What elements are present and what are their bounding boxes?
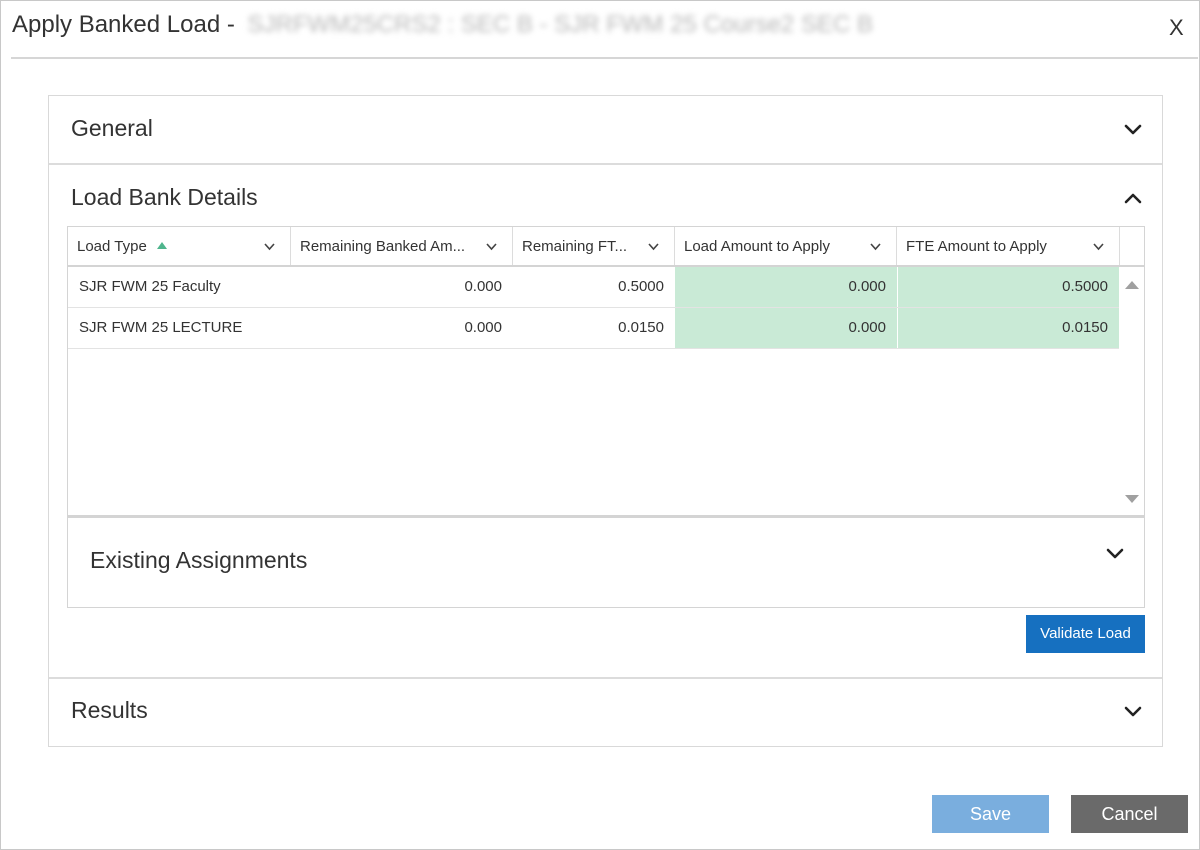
save-button[interactable]: Save — [932, 795, 1049, 833]
dialog-title-course-obscured: SJRFWM25CRS2 : SEC B - SJR FWM 25 Course… — [247, 11, 873, 38]
cell-fte-amount-input[interactable]: 0.5000 — [897, 267, 1119, 307]
column-header-remaining-banked[interactable]: Remaining Banked Am... — [291, 227, 513, 265]
chevron-down-icon[interactable] — [869, 240, 882, 253]
chevron-down-icon[interactable] — [647, 240, 660, 253]
section-general-header[interactable]: General — [49, 96, 1162, 164]
section-existing-assignments[interactable]: Existing Assignments — [67, 516, 1145, 608]
close-button[interactable]: X — [1169, 15, 1184, 41]
scroll-up-arrow-icon[interactable] — [1125, 281, 1139, 289]
section-existing-label: Existing Assignments — [90, 547, 308, 573]
apply-banked-load-dialog: Apply Banked Load - SJRFWM25CRS2 : SEC B… — [0, 0, 1200, 850]
chevron-down-icon[interactable] — [1122, 700, 1144, 722]
cell-load-type: SJR FWM 25 LECTURE — [79, 319, 243, 336]
chevron-down-icon[interactable] — [485, 240, 498, 253]
cell-load-amount-input[interactable]: 0.000 — [675, 267, 897, 307]
dialog-title-text: Apply Banked Load - — [12, 11, 235, 38]
cell-remaining-banked: 0.000 — [464, 319, 502, 336]
section-general-label: General — [71, 115, 153, 141]
column-header-load-type[interactable]: Load Type — [68, 227, 291, 265]
grid-header-row: Load Type Remaining Banked Am... Remaini… — [68, 227, 1144, 267]
load-bank-grid: Load Type Remaining Banked Am... Remaini… — [67, 226, 1145, 516]
accordion-panel: General Load Bank Details Load Type Rema… — [48, 95, 1163, 747]
cell-remaining-banked: 0.000 — [464, 278, 502, 295]
validate-load-button[interactable]: Validate Load — [1026, 615, 1145, 653]
cell-load-type: SJR FWM 25 Faculty — [79, 278, 221, 295]
section-results-header[interactable]: Results — [49, 679, 1162, 747]
column-header-label: Load Type — [77, 238, 147, 255]
scroll-down-arrow-icon[interactable] — [1125, 495, 1139, 503]
cell-remaining-fte: 0.5000 — [618, 278, 664, 295]
cell-load-amount-input[interactable]: 0.000 — [675, 308, 897, 348]
column-header-label: FTE Amount to Apply — [906, 238, 1047, 255]
section-load-bank-header[interactable]: Load Bank Details — [49, 165, 1162, 233]
dialog-title-bar: Apply Banked Load - SJRFWM25CRS2 : SEC B… — [1, 1, 1199, 57]
table-row[interactable]: SJR FWM 25 LECTURE 0.000 0.0150 0.000 0.… — [68, 308, 1119, 349]
dialog-title: Apply Banked Load - SJRFWM25CRS2 : SEC B… — [12, 11, 873, 39]
column-header-load-amount[interactable]: Load Amount to Apply — [675, 227, 897, 265]
section-results-label: Results — [71, 697, 148, 723]
chevron-down-icon[interactable] — [1092, 240, 1105, 253]
cancel-button[interactable]: Cancel — [1071, 795, 1188, 833]
cell-fte-amount-input[interactable]: 0.0150 — [897, 308, 1119, 348]
sort-ascending-icon — [156, 242, 167, 249]
column-header-label: Load Amount to Apply — [684, 238, 830, 255]
chevron-down-icon[interactable] — [263, 240, 276, 253]
chevron-down-icon[interactable] — [1104, 542, 1126, 564]
column-header-label: Remaining Banked Am... — [300, 238, 466, 255]
chevron-up-icon[interactable] — [1122, 187, 1144, 209]
table-row[interactable]: SJR FWM 25 Faculty 0.000 0.5000 0.000 0.… — [68, 267, 1119, 308]
title-divider — [11, 57, 1198, 59]
column-header-label: Remaining FT... — [522, 238, 628, 255]
column-header-fte-amount[interactable]: FTE Amount to Apply — [897, 227, 1120, 265]
cell-remaining-fte: 0.0150 — [618, 319, 664, 336]
section-load-bank-label: Load Bank Details — [71, 184, 258, 210]
column-header-remaining-fte[interactable]: Remaining FT... — [513, 227, 675, 265]
chevron-down-icon[interactable] — [1122, 118, 1144, 140]
